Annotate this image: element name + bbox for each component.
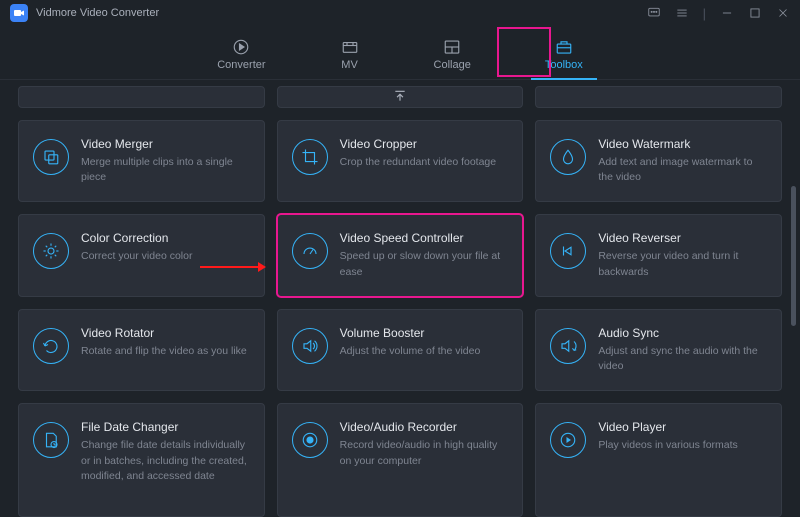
main-tabs: Converter MV Collage Toolbox: [0, 26, 800, 80]
partial-card[interactable]: [277, 86, 524, 108]
partial-row: [18, 86, 782, 108]
card-title: Video Watermark: [598, 137, 767, 151]
filedate-icon: [33, 422, 69, 458]
converter-icon: [231, 38, 251, 56]
camera-icon: [13, 7, 25, 19]
player-icon: [550, 422, 586, 458]
toolbox-content: Video Merger Merge multiple clips into a…: [0, 80, 800, 517]
partial-card[interactable]: [18, 86, 265, 108]
cropper-icon: [292, 139, 328, 175]
merger-icon: [33, 139, 69, 175]
card-desc: Change file date details individually or…: [81, 438, 250, 484]
scroll-top-icon[interactable]: [393, 89, 407, 108]
card-video-rotator[interactable]: Video Rotator Rotate and flip the video …: [18, 309, 265, 391]
card-file-date-changer[interactable]: File Date Changer Change file date detai…: [18, 403, 265, 517]
card-title: Video Rotator: [81, 326, 250, 340]
card-volume-booster[interactable]: Volume Booster Adjust the volume of the …: [277, 309, 524, 391]
partial-card[interactable]: [535, 86, 782, 108]
card-video-player[interactable]: Video Player Play videos in various form…: [535, 403, 782, 517]
card-title: Audio Sync: [598, 326, 767, 340]
mv-icon: [340, 38, 360, 56]
card-desc: Add text and image watermark to the vide…: [598, 155, 767, 185]
sync-icon: [550, 328, 586, 364]
card-video-speed-controller[interactable]: Video Speed Controller Speed up or slow …: [277, 214, 524, 296]
card-title: Video Speed Controller: [340, 231, 509, 245]
card-title: File Date Changer: [81, 420, 250, 434]
card-title: Video/Audio Recorder: [340, 420, 509, 434]
card-video-watermark[interactable]: Video Watermark Add text and image water…: [535, 120, 782, 202]
window-controls: |: [647, 6, 790, 21]
tab-converter[interactable]: Converter: [209, 26, 273, 79]
tab-label: Collage: [434, 59, 471, 71]
card-video-cropper[interactable]: Video Cropper Crop the redundant video f…: [277, 120, 524, 202]
tab-mv[interactable]: MV: [332, 26, 368, 79]
card-desc: Record video/audio in high quality on yo…: [340, 438, 509, 468]
scrollbar-thumb[interactable]: [791, 186, 796, 326]
menu-icon[interactable]: [675, 6, 689, 20]
card-video-merger[interactable]: Video Merger Merge multiple clips into a…: [18, 120, 265, 202]
volume-icon: [292, 328, 328, 364]
card-desc: Reverse your video and turn it backwards: [598, 249, 767, 279]
close-button[interactable]: [776, 6, 790, 20]
card-desc: Speed up or slow down your file at ease: [340, 249, 509, 279]
card-desc: Play videos in various formats: [598, 438, 767, 453]
recorder-icon: [292, 422, 328, 458]
card-desc: Adjust and sync the audio with the video: [598, 344, 767, 374]
title-bar: Vidmore Video Converter |: [0, 0, 800, 26]
card-desc: Adjust the volume of the video: [340, 344, 509, 359]
card-title: Video Player: [598, 420, 767, 434]
card-video-reverser[interactable]: Video Reverser Reverse your video and tu…: [535, 214, 782, 296]
reverser-icon: [550, 233, 586, 269]
maximize-button[interactable]: [748, 6, 762, 20]
card-title: Video Merger: [81, 137, 250, 151]
watermark-icon: [550, 139, 586, 175]
app-logo: [10, 4, 28, 22]
collage-icon: [442, 38, 462, 56]
card-color-correction[interactable]: Color Correction Correct your video colo…: [18, 214, 265, 296]
app-title: Vidmore Video Converter: [36, 7, 159, 19]
divider: |: [703, 6, 706, 21]
card-title: Volume Booster: [340, 326, 509, 340]
toolbox-grid: Video Merger Merge multiple clips into a…: [18, 120, 782, 517]
rotator-icon: [33, 328, 69, 364]
color-icon: [33, 233, 69, 269]
toolbox-icon: [554, 38, 574, 56]
card-title: Video Cropper: [340, 137, 509, 151]
tab-collage[interactable]: Collage: [426, 26, 479, 79]
card-desc: Rotate and flip the video as you like: [81, 344, 250, 359]
card-audio-sync[interactable]: Audio Sync Adjust and sync the audio wit…: [535, 309, 782, 391]
feedback-icon[interactable]: [647, 6, 661, 20]
card-title: Video Reverser: [598, 231, 767, 245]
speed-icon: [292, 233, 328, 269]
card-desc: Crop the redundant video footage: [340, 155, 509, 170]
card-desc: Merge multiple clips into a single piece: [81, 155, 250, 185]
minimize-button[interactable]: [720, 6, 734, 20]
tab-label: Converter: [217, 59, 265, 71]
tab-label: Toolbox: [545, 59, 583, 71]
tab-toolbox[interactable]: Toolbox: [537, 26, 591, 79]
card-desc: Correct your video color: [81, 249, 250, 264]
card-video-audio-recorder[interactable]: Video/Audio Recorder Record video/audio …: [277, 403, 524, 517]
tab-label: MV: [341, 59, 358, 71]
card-title: Color Correction: [81, 231, 250, 245]
